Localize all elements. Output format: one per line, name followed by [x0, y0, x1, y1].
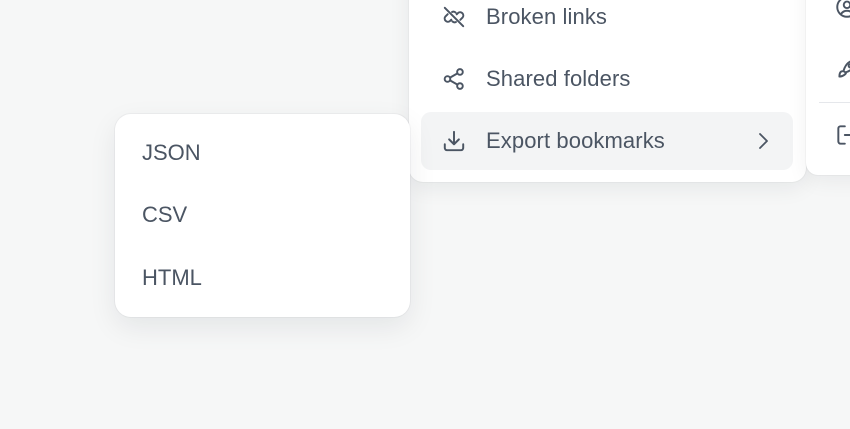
divider — [819, 102, 850, 103]
share-icon — [441, 66, 467, 92]
submenu-item-csv[interactable]: CSV — [123, 190, 402, 240]
rocket-icon[interactable] — [834, 56, 850, 82]
menu-item-label: Broken links — [486, 4, 608, 29]
menu-item-label: Export bookmarks — [486, 128, 665, 153]
chevron-right-icon — [753, 129, 773, 153]
context-menu: Broken links Shared folders Export bookm… — [409, 0, 806, 182]
menu-item-label: Shared folders — [486, 66, 631, 91]
logout-icon[interactable] — [834, 122, 850, 148]
menu-item-export-bookmarks[interactable]: Export bookmarks — [421, 112, 793, 170]
user-circle-icon[interactable] — [834, 0, 850, 20]
submenu-item-json[interactable]: JSON — [123, 128, 402, 178]
broken-link-icon — [441, 4, 467, 30]
export-submenu: JSON CSV HTML — [115, 114, 410, 317]
side-panel — [806, 0, 850, 175]
submenu-item-html[interactable]: HTML — [123, 253, 402, 303]
menu-item-broken-links[interactable]: Broken links — [421, 0, 793, 46]
download-icon — [441, 128, 467, 154]
menu-item-shared-folders[interactable]: Shared folders — [421, 50, 793, 108]
